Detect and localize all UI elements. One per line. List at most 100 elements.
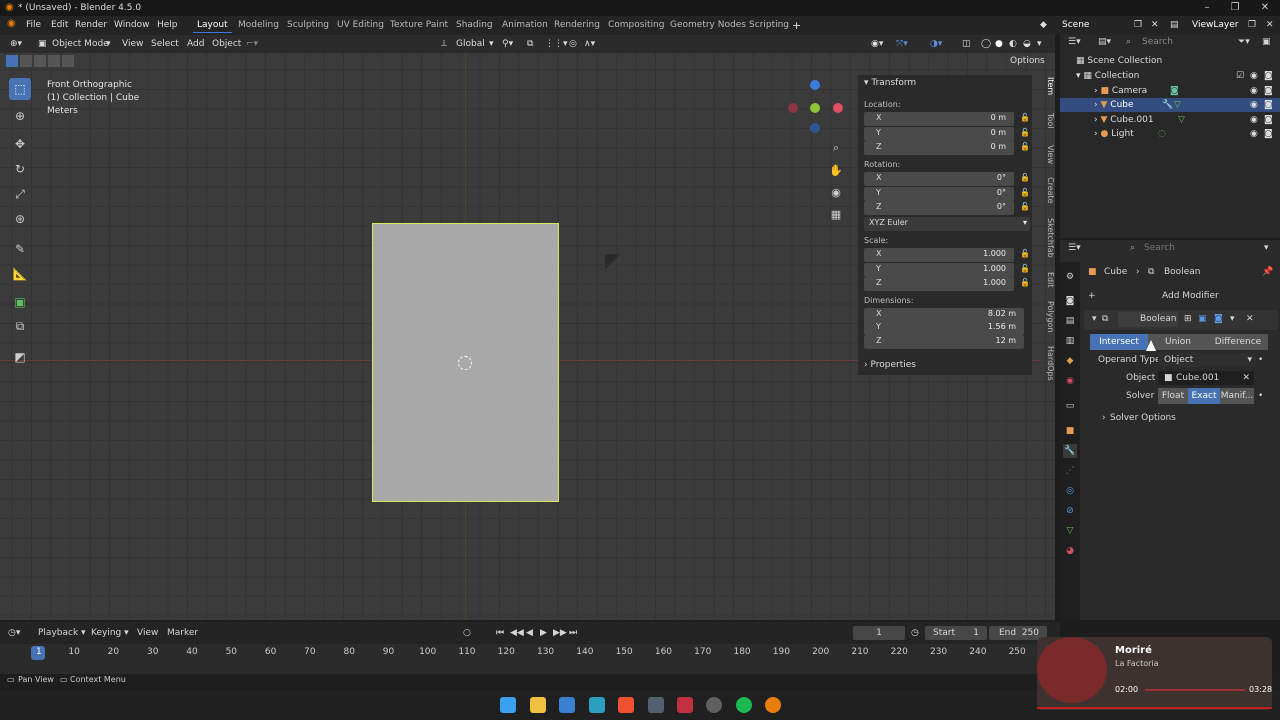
proportional-falloff-icon[interactable]: ∧▾ <box>584 37 595 51</box>
expand-icon[interactable]: › <box>1094 115 1098 125</box>
camera-view-icon[interactable]: ◉ <box>827 184 845 202</box>
object-field[interactable]: ■ Cube.001 ✕ <box>1158 371 1254 385</box>
tool-tab-icon[interactable]: ⚙ <box>1063 270 1077 284</box>
timeline-ruler[interactable]: 1 10 20 30 40 50 60 70 80 90 100 110 120 130 140 150 160… <box>0 644 1060 674</box>
constraints-tab-icon[interactable]: ⊘ <box>1063 504 1077 518</box>
measure-icon[interactable]: 📐 <box>9 263 31 285</box>
select-box-icon[interactable]: ⬚ <box>9 78 31 100</box>
rotation-x-field[interactable]: X 0° 🔓 <box>864 172 1030 186</box>
modifier-tab-icon[interactable]: 🔧 <box>1063 444 1077 458</box>
timeline-view-menu[interactable]: View <box>137 628 158 638</box>
operand-type-dropdown[interactable]: Object ▾ <box>1158 353 1256 367</box>
camera-object-icon[interactable]: ◤ <box>605 248 620 272</box>
rotation-z-field[interactable]: Z 0° 🔓 <box>864 201 1030 215</box>
lock-icon[interactable]: 🔓 <box>1020 202 1030 211</box>
gizmo-z-axis[interactable] <box>810 80 820 90</box>
annotate-icon[interactable]: ✎ <box>9 238 31 260</box>
keying-menu[interactable]: Keying ▾ <box>91 628 129 638</box>
keyframe-dot-icon[interactable]: • <box>1258 355 1263 365</box>
world-tab-icon[interactable]: ◉ <box>1063 374 1077 388</box>
lock-icon[interactable]: 🔓 <box>1020 188 1030 197</box>
tab-modeling[interactable]: Modeling <box>234 18 283 33</box>
sketch-tool-icon[interactable]: ◩ <box>9 346 31 368</box>
data-tab-icon[interactable]: ▽ <box>1063 524 1077 538</box>
eye-icon[interactable]: ◉ <box>1250 69 1258 83</box>
scene-name[interactable]: Scene <box>1062 18 1089 33</box>
store-icon[interactable] <box>559 697 575 713</box>
select-invert-icon[interactable] <box>48 55 60 67</box>
select-intersect-icon[interactable] <box>62 55 74 67</box>
view-layer-tab-icon[interactable]: ▥ <box>1063 334 1077 348</box>
app-icon[interactable] <box>706 697 722 713</box>
difference-button[interactable]: Difference <box>1208 334 1268 350</box>
outliner-row-light[interactable]: › ● Light ◌ ◉ ◙ <box>1060 127 1280 141</box>
dimensions-z-field[interactable]: Z 12 m <box>864 335 1024 349</box>
add-workspace-icon[interactable]: + <box>792 18 801 33</box>
lock-icon[interactable]: 🔓 <box>1020 173 1030 182</box>
remove-modifier-icon[interactable]: ✕ <box>1246 314 1254 324</box>
marker-menu[interactable]: Marker <box>167 628 198 638</box>
render-camera-icon[interactable]: ◙ <box>1264 127 1273 141</box>
tab-edit[interactable]: Edit <box>1040 272 1055 288</box>
jump-keyframe-back-icon[interactable]: ◀◀ <box>510 628 524 638</box>
progress-bar[interactable] <box>1145 689 1245 691</box>
new-view-layer-icon[interactable]: ❐ <box>1248 18 1256 33</box>
dimensions-y-field[interactable]: Y 1.56 m <box>864 321 1024 335</box>
lock-icon[interactable]: 🔓 <box>1020 278 1030 287</box>
blender-menu-icon[interactable]: ◉ <box>7 18 16 29</box>
jump-start-icon[interactable]: ⏮ <box>496 628 504 638</box>
tab-uv-editing[interactable]: UV Editing <box>333 18 388 33</box>
exclude-checkbox-icon[interactable]: ☑ <box>1236 69 1244 83</box>
union-button[interactable]: Union <box>1148 334 1208 350</box>
visibility-icon[interactable]: ◉▾ <box>871 37 883 51</box>
select-subtract-icon[interactable] <box>34 55 46 67</box>
expand-icon[interactable]: › <box>1102 413 1106 423</box>
outliner-row-collection[interactable]: ▾ ▦ Collection ☑ ◉ ◙ <box>1060 69 1280 83</box>
zoom-icon[interactable]: ⌕ <box>827 139 845 157</box>
physics-tab-icon[interactable]: ◎ <box>1063 484 1077 498</box>
gizmo-y-axis[interactable] <box>810 103 820 113</box>
close-icon[interactable]: ✕ <box>1250 0 1280 16</box>
eye-icon[interactable]: ◉ <box>1250 127 1258 141</box>
modifier-dropdown-icon[interactable]: ▾ <box>1230 314 1235 324</box>
dimensions-x-field[interactable]: X 8.02 m <box>864 308 1024 322</box>
filter-icon[interactable]: ⏷▾ <box>1238 37 1250 47</box>
viewport-toggle-icon[interactable]: ▣ <box>1198 314 1207 324</box>
scene-tab-icon[interactable]: ◆ <box>1063 354 1077 368</box>
solver-options-subpanel[interactable]: Solver Options <box>1110 413 1176 423</box>
lock-icon[interactable]: 🔓 <box>1020 113 1030 122</box>
tab-sculpting[interactable]: Sculpting <box>283 18 333 33</box>
delete-scene-icon[interactable]: ✕ <box>1151 18 1159 33</box>
lock-icon[interactable]: 🔓 <box>1020 264 1030 273</box>
rotation-mode-dropdown[interactable]: XYZ Euler ▾ <box>864 217 1030 231</box>
collection-tab-icon[interactable]: ▭ <box>1063 399 1077 413</box>
scale-z-field[interactable]: Z 1.000 🔓 <box>864 277 1030 291</box>
outliner-row-cube[interactable]: › ▼ Cube 🔧 ▽ ◉ ◙ <box>1060 98 1280 112</box>
collapse-icon[interactable]: ▾ <box>1092 314 1097 324</box>
eye-icon[interactable]: ◉ <box>1250 98 1258 112</box>
pin-icon[interactable]: 📌 <box>1262 267 1273 277</box>
location-z-field[interactable]: Z 0 m 🔓 <box>864 141 1030 155</box>
timeline-editor-icon[interactable]: ◷▾ <box>8 628 20 638</box>
editor-type-icon[interactable]: ⊕▾ <box>10 37 22 51</box>
properties-editor-icon[interactable]: ☰▾ <box>1068 243 1081 253</box>
start-frame-field[interactable]: Start 1 <box>925 626 987 640</box>
location-y-field[interactable]: Y 0 m 🔓 <box>864 127 1030 141</box>
edit-mode-toggle-icon[interactable]: ⊞ <box>1184 314 1192 324</box>
tab-texture-paint[interactable]: Texture Paint <box>386 18 452 33</box>
shading-options-icon[interactable]: ▾ <box>1037 37 1042 51</box>
view-layer-name[interactable]: ViewLayer <box>1192 18 1238 33</box>
jump-keyframe-forward-icon[interactable]: ▶▶ <box>553 628 567 638</box>
new-scene-icon[interactable]: ❐ <box>1134 18 1142 33</box>
menu-render[interactable]: Render <box>75 18 107 33</box>
gizmo-neg-z-axis[interactable] <box>810 123 820 133</box>
playback-menu[interactable]: Playback ▾ <box>38 628 86 638</box>
properties-panel-header[interactable]: › Properties <box>864 360 916 370</box>
location-x-field[interactable]: X 0 m 🔓 <box>864 112 1030 126</box>
add-modifier-button[interactable]: Add Modifier <box>1162 291 1219 301</box>
render-camera-icon[interactable]: ◙ <box>1264 84 1273 98</box>
render-camera-icon[interactable]: ◙ <box>1264 98 1273 112</box>
mode-dropdown[interactable]: Object Mode <box>52 37 109 51</box>
perspective-toggle-icon[interactable]: ▦ <box>827 206 845 224</box>
rotation-y-field[interactable]: Y 0° 🔓 <box>864 187 1030 201</box>
